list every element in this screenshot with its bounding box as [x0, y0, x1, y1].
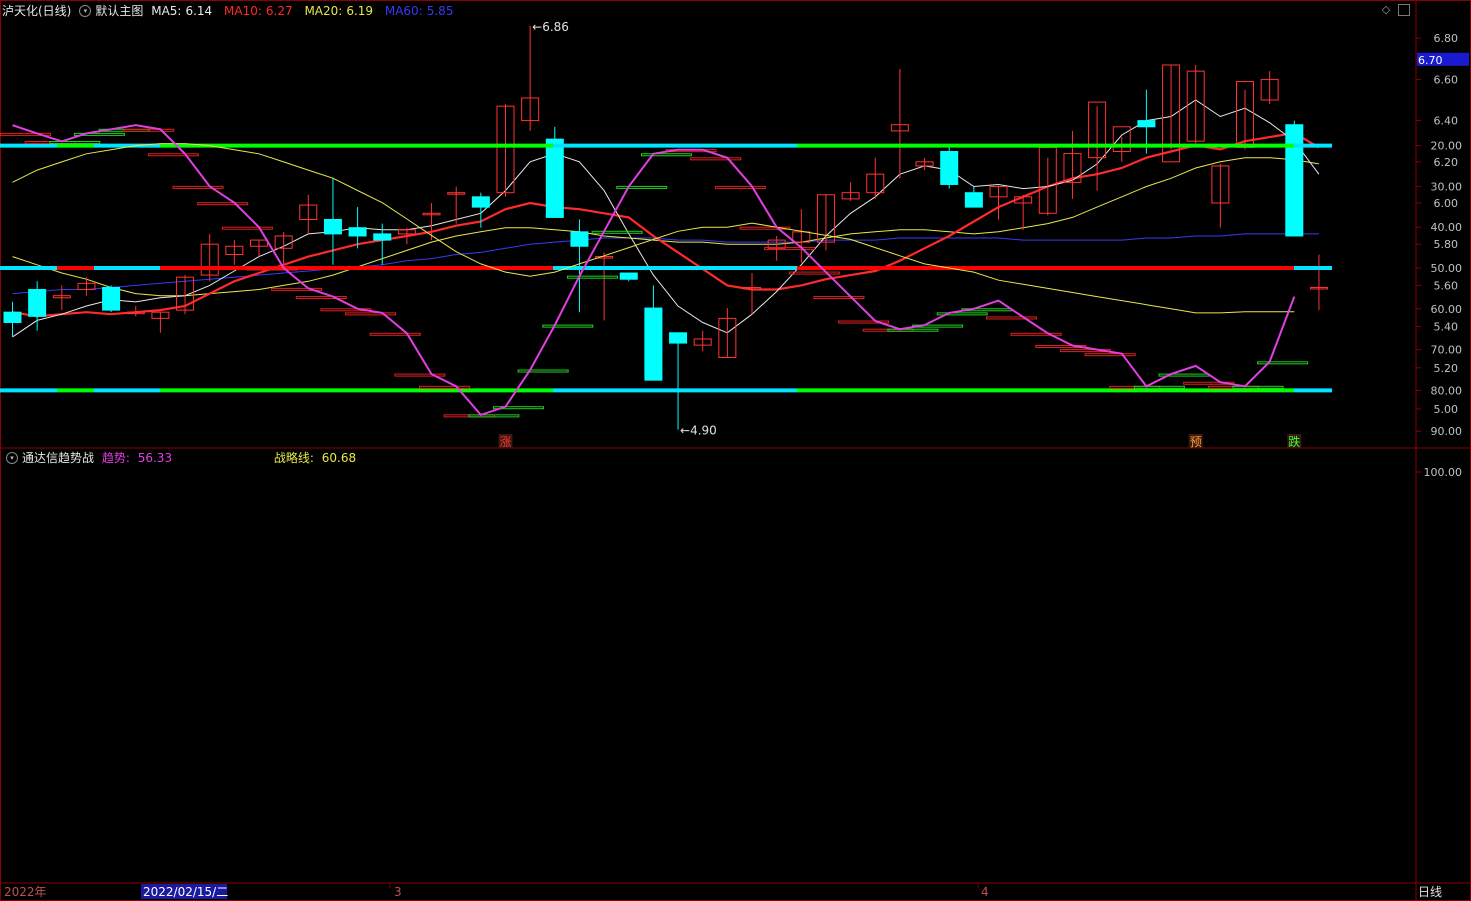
candle-body — [669, 332, 688, 344]
trend-step-box — [295, 296, 347, 300]
candle-body — [940, 151, 959, 185]
indicator-tick-label: 80.00 — [1431, 384, 1463, 397]
indicator-tick-label: 30.00 — [1431, 180, 1463, 193]
trend-step-box — [147, 153, 199, 157]
low-price-label: ←4.90 — [680, 424, 717, 438]
trend-step-box — [640, 153, 692, 157]
price-tick-label: 5.60 — [1434, 279, 1459, 292]
price-tick-label: 6.80 — [1434, 32, 1459, 45]
trend-step-box — [1010, 332, 1062, 336]
candle-body — [348, 227, 367, 237]
high-price-label: ←6.86 — [532, 20, 569, 34]
trend-step-box — [221, 226, 273, 230]
candle-body — [644, 307, 663, 381]
candle-body — [964, 192, 983, 208]
price-tick-label: 5.20 — [1434, 362, 1459, 375]
candle-body — [619, 272, 638, 280]
trend-step-box — [788, 271, 840, 275]
trend-step-box — [369, 332, 421, 336]
time-axis-label: 4 — [981, 885, 989, 899]
candle-body — [545, 138, 564, 218]
trend-step-box — [591, 230, 643, 234]
candle-body — [373, 233, 392, 241]
candle-body — [1285, 124, 1304, 237]
candle-body — [323, 218, 342, 235]
price-tick-label: 6.40 — [1434, 115, 1459, 128]
time-axis-label: 3 — [394, 885, 402, 899]
trend-step-box — [345, 312, 397, 316]
price-tick-label: 5.40 — [1434, 321, 1459, 334]
indicator-tick-label: 60.00 — [1431, 303, 1463, 316]
trend-step-box — [714, 185, 766, 189]
candle-body — [102, 286, 121, 311]
candle-body — [1137, 120, 1156, 128]
indicator-tick-label: 100.00 — [1424, 466, 1463, 479]
time-axis-label: 2022/02/15/二 — [143, 885, 228, 899]
trend-step-box — [566, 275, 618, 279]
indicator-tick-label: 90.00 — [1431, 425, 1463, 438]
period-selector[interactable]: 日线 — [1418, 884, 1468, 900]
trend-step-box — [542, 324, 594, 328]
signal-marker: 跌 — [1288, 434, 1300, 449]
indicator-tick-label: 40.00 — [1431, 221, 1463, 234]
trend-step-box — [986, 316, 1037, 320]
signal-marker: 涨 — [499, 434, 511, 449]
trend-step-box — [1257, 361, 1309, 365]
indicator-tick-label: 20.00 — [1431, 140, 1463, 153]
price-tick-label: 6.60 — [1434, 73, 1459, 86]
indicator-tick-label: 70.00 — [1431, 344, 1463, 357]
ma5-line — [12, 99, 1320, 338]
trend-step-box — [197, 202, 249, 206]
trend-step-box — [394, 373, 446, 377]
stock-chart-window: 泸天化(日线) ▾ 默认主图 MA5: 6.14 MA10: 6.27 MA20: 6.1… — [0, 0, 1471, 901]
ma10-line — [12, 131, 1320, 318]
price-tick-label: 5.00 — [1434, 403, 1459, 416]
trend-step-box — [419, 385, 471, 389]
trend-step-box — [1084, 353, 1136, 357]
trend-step-box — [690, 157, 742, 161]
time-axis-label: 2022年 — [4, 885, 47, 899]
candle-body — [3, 311, 22, 323]
trend-step-box — [517, 369, 569, 373]
signal-marker: 预 — [1190, 435, 1202, 449]
chart-canvas[interactable]: 6.80 6.60 6.40 6.20 6.00 5.80 5.60 5.40 5.20 5.00… — [0, 0, 1471, 901]
trend-step-box — [616, 185, 668, 189]
price-tick-label: 6.00 — [1434, 197, 1459, 210]
current-price-label: 6.70 — [1418, 54, 1443, 67]
ma60-line — [12, 233, 1319, 295]
price-tick-label: 6.20 — [1434, 156, 1459, 169]
window-frame — [0, 0, 1471, 901]
trend-step-box — [813, 296, 865, 300]
candle-body — [28, 289, 47, 317]
indicator-tick-label: 50.00 — [1431, 262, 1463, 275]
price-tick-label: 5.80 — [1434, 238, 1459, 251]
trend-step-box — [172, 185, 224, 189]
candle-body — [471, 196, 490, 208]
candle-body — [570, 231, 589, 247]
